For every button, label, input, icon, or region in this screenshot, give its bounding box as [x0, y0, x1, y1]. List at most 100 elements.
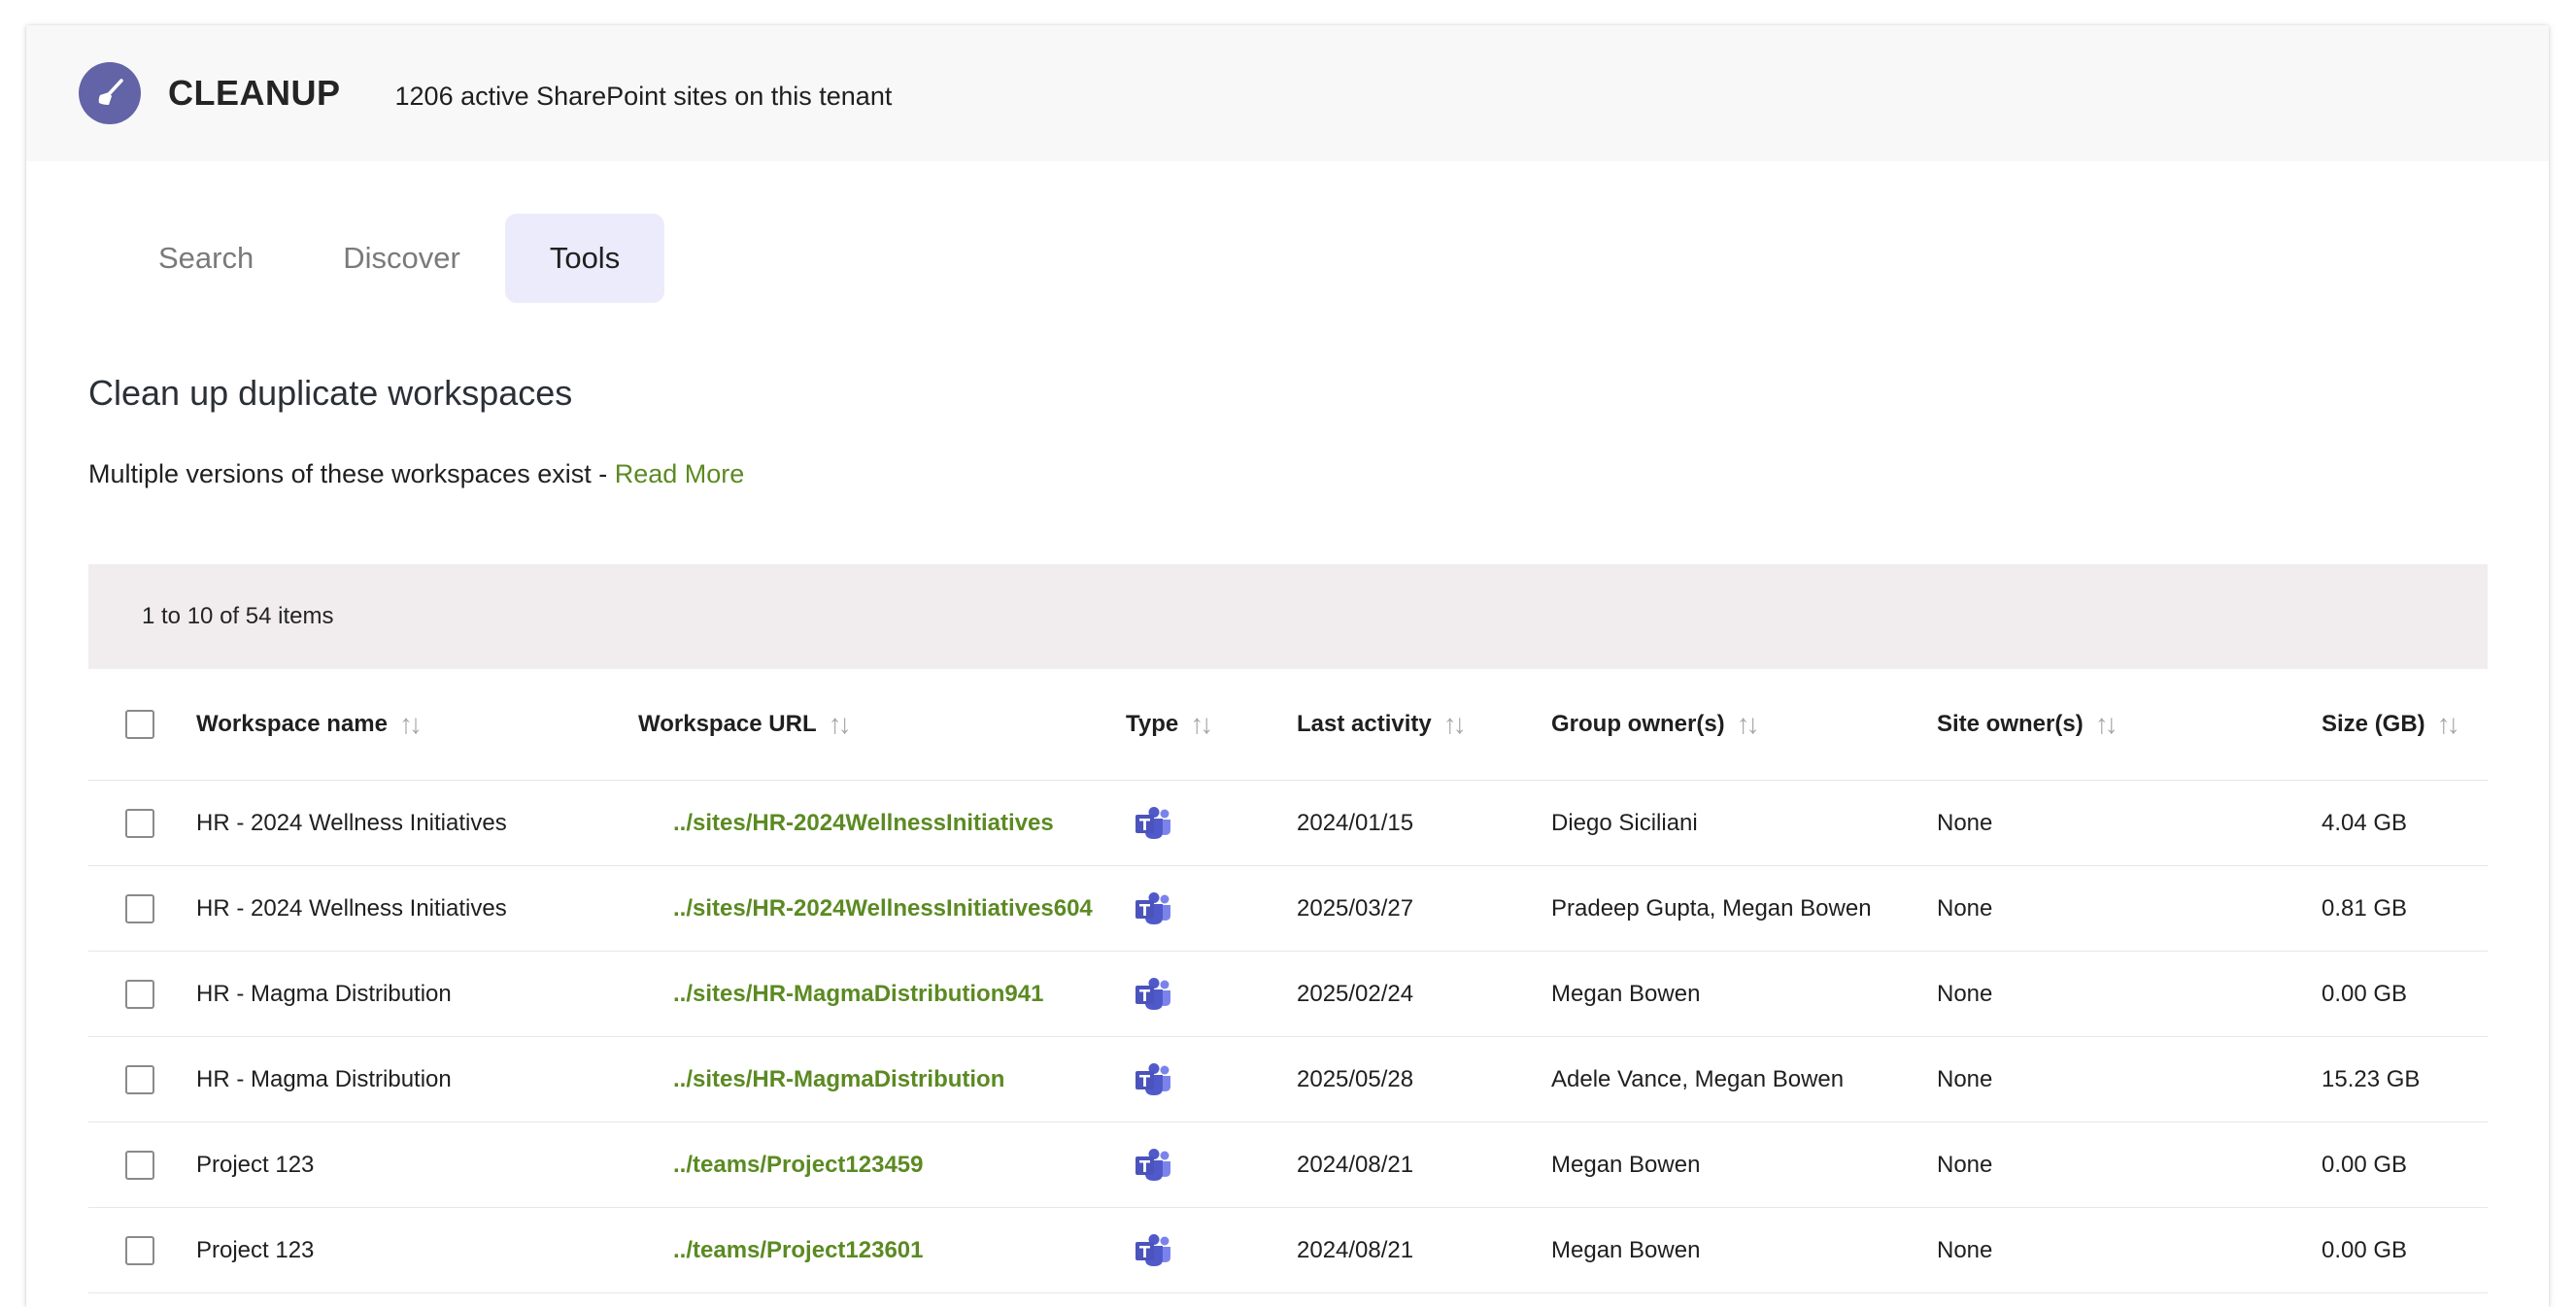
row-checkbox[interactable] [125, 1235, 154, 1265]
workspace-name: HR - Magma Distribution [196, 1065, 452, 1092]
last-activity: 2024/08/21 [1297, 1151, 1414, 1178]
site-owners: None [1937, 1065, 1993, 1092]
workspace-name: Project 123 [196, 1236, 315, 1263]
group-owners: Megan Bowen [1551, 1236, 1701, 1263]
table-row[interactable]: HR - 2024 Wellness Initiatives ../sites/… [88, 781, 2488, 866]
column-header-workspace-name[interactable]: Workspace name ↑↓ [196, 709, 423, 740]
row-select-cell [125, 979, 154, 1009]
column-label: Size (GB) [2322, 711, 2425, 737]
workspace-url-link[interactable]: ../sites/HR-2024WellnessInitiatives [673, 810, 1054, 837]
pagination-text: 1 to 10 of 54 items [142, 603, 334, 629]
last-activity: 2025/05/28 [1297, 1065, 1414, 1092]
workspace-size: 15.23 GB [2322, 1065, 2421, 1092]
column-label: Workspace name [196, 711, 388, 737]
column-header-last-activity[interactable]: Last activity ↑↓ [1297, 709, 1467, 740]
tab-search[interactable]: Search [114, 214, 298, 303]
workspace-name: HR - 2024 Wellness Initiatives [196, 809, 507, 836]
teams-icon [1134, 1062, 1172, 1096]
sort-arrows-icon[interactable]: ↑↓ [829, 709, 852, 740]
table-row[interactable]: Project 123 ../teams/Project123459 2024/… [88, 1123, 2488, 1208]
description-text: Multiple versions of these workspaces ex… [88, 459, 615, 488]
column-label: Site owner(s) [1937, 711, 2084, 737]
site-count-text: 1206 active SharePoint sites on this ten… [394, 81, 893, 111]
row-checkbox[interactable] [125, 1150, 154, 1180]
tab-bar: Search Discover Tools [114, 214, 665, 303]
teams-icon [1134, 1233, 1172, 1267]
workspace-size: 0.81 GB [2322, 894, 2408, 922]
app-title: CLEANUP [168, 73, 341, 113]
workspace-name: HR - 2024 Wellness Initiatives [196, 894, 507, 922]
workspace-name: HR - Magma Distribution [196, 980, 452, 1007]
workspace-url-link[interactable]: ../sites/HR-MagmaDistribution [673, 1066, 1004, 1093]
workspace-size: 4.04 GB [2322, 809, 2408, 836]
workspace-name: Project 123 [196, 1151, 315, 1178]
table-row[interactable]: Project 123 ../teams/Project123601 2024/… [88, 1208, 2488, 1293]
row-checkbox[interactable] [125, 1064, 154, 1094]
workspace-size: 0.00 GB [2322, 1236, 2408, 1263]
last-activity: 2025/03/27 [1297, 894, 1414, 922]
table-header-row: Workspace name ↑↓ Workspace URL ↑↓ Type ↑↓ … [88, 669, 2488, 781]
select-all-cell [125, 710, 154, 739]
app-header: CLEANUP 1206 active SharePoint sites on … [26, 25, 2549, 161]
teams-icon [1134, 977, 1172, 1011]
sort-arrows-icon[interactable]: ↑↓ [399, 709, 423, 740]
teams-icon [1134, 891, 1172, 925]
tab-discover[interactable]: Discover [298, 214, 505, 303]
column-header-size[interactable]: Size (GB) ↑↓ [2322, 709, 2460, 740]
workspace-url-link[interactable]: ../sites/HR-2024WellnessInitiatives604 [673, 895, 1093, 922]
column-label: Type [1126, 711, 1179, 737]
table-toolbar: 1 to 10 of 54 items [88, 564, 2488, 669]
table-row[interactable]: HR - Magma Distribution ../sites/HR-Magm… [88, 1037, 2488, 1123]
site-owners: None [1937, 894, 1993, 922]
section-description: Multiple versions of these workspaces ex… [88, 459, 744, 489]
last-activity: 2024/01/15 [1297, 809, 1414, 836]
teams-icon [1134, 1148, 1172, 1182]
sort-arrows-icon[interactable]: ↑↓ [1737, 709, 1760, 740]
group-owners: Megan Bowen [1551, 980, 1701, 1007]
row-select-cell [125, 1150, 154, 1180]
column-header-group-owners[interactable]: Group owner(s) ↑↓ [1551, 709, 1760, 740]
select-all-checkbox[interactable] [125, 710, 154, 739]
workspace-size: 0.00 GB [2322, 980, 2408, 1007]
workspace-size: 0.00 GB [2322, 1151, 2408, 1178]
workspace-url-link[interactable]: ../sites/HR-MagmaDistribution941 [673, 981, 1043, 1008]
table-row[interactable]: HR - Magma Distribution ../sites/HR-Magm… [88, 952, 2488, 1037]
table-row[interactable]: HR - 2024 Wellness Initiatives ../sites/… [88, 866, 2488, 952]
column-label: Last activity [1297, 711, 1432, 737]
site-owners: None [1937, 1151, 1993, 1178]
group-owners: Diego Siciliani [1551, 809, 1698, 836]
sort-arrows-icon[interactable]: ↑↓ [2437, 709, 2460, 740]
site-owners: None [1937, 980, 1993, 1007]
column-header-type[interactable]: Type ↑↓ [1126, 709, 1213, 740]
broom-icon [79, 62, 141, 124]
workspace-url-link[interactable]: ../teams/Project123601 [673, 1237, 924, 1264]
group-owners: Adele Vance, Megan Bowen [1551, 1065, 1845, 1092]
read-more-link[interactable]: Read More [615, 459, 745, 488]
section-title: Clean up duplicate workspaces [88, 373, 573, 413]
last-activity: 2025/02/24 [1297, 980, 1414, 1007]
table-body: HR - 2024 Wellness Initiatives ../sites/… [88, 781, 2488, 1293]
app-window: CLEANUP 1206 active SharePoint sites on … [26, 25, 2549, 1307]
column-header-site-owners[interactable]: Site owner(s) ↑↓ [1937, 709, 2118, 740]
site-owners: None [1937, 809, 1993, 836]
column-label: Workspace URL [638, 711, 817, 737]
teams-icon [1134, 806, 1172, 840]
row-select-cell [125, 893, 154, 923]
row-select-cell [125, 808, 154, 838]
sort-arrows-icon[interactable]: ↑↓ [1190, 709, 1213, 740]
group-owners: Megan Bowen [1551, 1151, 1701, 1178]
row-select-cell [125, 1235, 154, 1265]
row-checkbox[interactable] [125, 808, 154, 838]
group-owners: Pradeep Gupta, Megan Bowen [1551, 894, 1872, 922]
site-owners: None [1937, 1236, 1993, 1263]
sort-arrows-icon[interactable]: ↑↓ [2095, 709, 2118, 740]
row-checkbox[interactable] [125, 893, 154, 923]
last-activity: 2024/08/21 [1297, 1236, 1414, 1263]
row-checkbox[interactable] [125, 979, 154, 1009]
workspace-url-link[interactable]: ../teams/Project123459 [673, 1152, 924, 1179]
row-select-cell [125, 1064, 154, 1094]
column-header-workspace-url[interactable]: Workspace URL ↑↓ [638, 709, 852, 740]
tab-tools[interactable]: Tools [504, 214, 665, 303]
column-label: Group owner(s) [1551, 711, 1725, 737]
sort-arrows-icon[interactable]: ↑↓ [1443, 709, 1467, 740]
